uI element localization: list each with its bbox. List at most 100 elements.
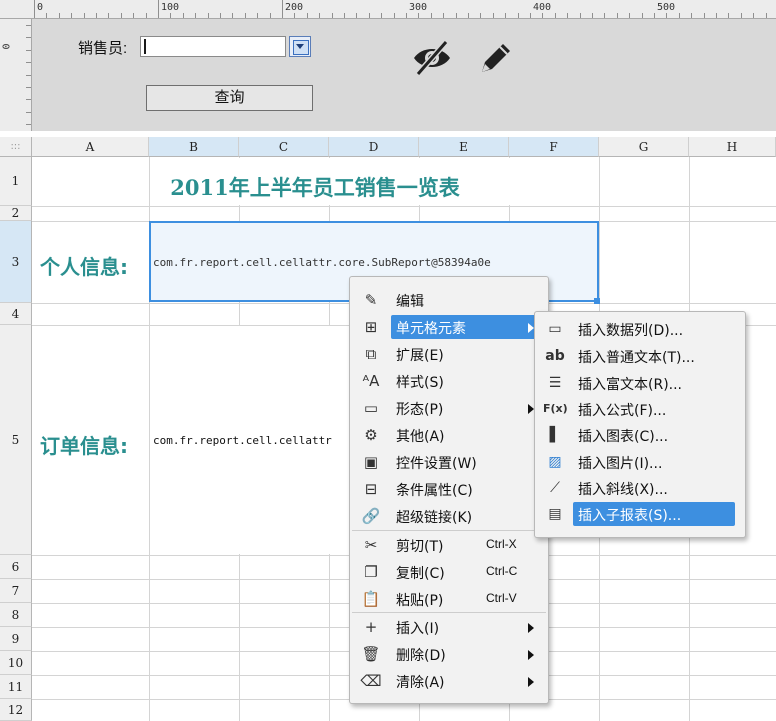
paste-icon: 📋 (361, 590, 381, 608)
menu-item-label: 清除(A) (396, 675, 445, 691)
row-header-5[interactable]: 5 (0, 325, 32, 555)
ruler-tick (505, 13, 507, 18)
ruler-tick (26, 111, 31, 113)
cell-element-submenu: ▭ 插入数据列(D)... ab 插入普通文本(T)... ☰ 插入富文本(R)... F(… (534, 311, 746, 538)
ruler-tick (96, 13, 97, 18)
ruler-tick (207, 13, 209, 18)
row-header-3[interactable]: 3 (0, 221, 32, 303)
context-menu-item[interactable]: ⌫ 清除(A) (350, 668, 548, 694)
ruler-tick (282, 0, 283, 18)
chart-icon: ▌ (549, 427, 561, 443)
submenu-item-label: 插入数据列(D)... (578, 323, 684, 339)
ruler-tick (579, 13, 581, 18)
context-menu-item[interactable]: 📋 粘贴(P) Ctrl-V (350, 586, 548, 612)
ruler-tick (244, 13, 246, 18)
context-menu-item[interactable]: ▭ 形态(P) (350, 395, 548, 421)
row-header-8[interactable]: 8 (0, 603, 32, 627)
ruler-tick (182, 13, 184, 18)
submenu-item-label: 插入普通文本(T)... (578, 350, 695, 366)
salesperson-label: 销售员: (78, 40, 128, 57)
column-header-e[interactable]: E (419, 137, 509, 157)
context-menu-item[interactable]: ▣ 控件设置(W) (350, 449, 548, 475)
slash-icon: ⟋ (550, 480, 560, 496)
ruler-tick (604, 13, 606, 18)
scissors-icon: ✂ (364, 536, 378, 554)
column-header-g[interactable]: G (599, 137, 689, 157)
submenu-item-label: 插入斜线(X)... (578, 482, 668, 498)
menu-item-label: 其他(A) (396, 429, 445, 445)
submenu-item[interactable]: ⟋ 插入斜线(X)... (535, 475, 745, 501)
menu-item-label: 插入(I) (396, 621, 440, 637)
salesperson-input[interactable] (140, 36, 286, 57)
context-menu-item[interactable]: ✂ 剪切(T) Ctrl-X (350, 532, 548, 558)
row-header-9[interactable]: 9 (0, 627, 32, 651)
row-header-11[interactable]: 11 (0, 675, 32, 699)
menu-item-label: 粘贴(P) (396, 593, 444, 609)
row-header-6[interactable]: 6 (0, 555, 32, 579)
menu-item-label: 控件设置(W) (396, 456, 477, 472)
chevron-down-icon (296, 44, 304, 49)
row-header-7[interactable]: 7 (0, 579, 32, 603)
submenu-item[interactable]: ▤ 插入子报表(S)... (535, 501, 745, 527)
context-menu-item[interactable]: 🗑 删除(D) (350, 641, 548, 667)
ruler-tick (26, 87, 31, 88)
ruler-tick (443, 13, 445, 18)
ruler-tick (728, 13, 730, 18)
condition-icon: ⊟ (364, 480, 378, 498)
query-button[interactable]: 查询 (146, 85, 313, 111)
shortcut-label: Ctrl-C (486, 564, 518, 578)
column-header-f[interactable]: F (509, 137, 599, 157)
row-header-2[interactable]: 2 (0, 206, 32, 221)
column-header-b[interactable]: B (149, 137, 239, 157)
pencil-icon[interactable] (476, 38, 514, 78)
column-header-h[interactable]: H (689, 137, 776, 157)
context-menu-item[interactable]: ✎ 编辑 (350, 287, 548, 313)
context-menu-item[interactable]: ⚙ 其他(A) (350, 422, 548, 448)
rich-text-icon: ☰ (548, 375, 562, 391)
column-header-a[interactable]: A (32, 137, 149, 157)
context-menu-item[interactable]: + 插入(I) (350, 614, 548, 640)
style-icon: ᴬA (362, 372, 380, 390)
ruler-tick (269, 13, 271, 18)
salesperson-dropdown-button[interactable] (289, 36, 311, 57)
submenu-item[interactable]: ▨ 插入图片(I)... (535, 449, 745, 475)
context-menu-item[interactable]: ⊟ 条件属性(C) (350, 476, 548, 502)
eye-off-icon[interactable] (410, 38, 454, 78)
menu-item-label: 剪切(T) (396, 539, 444, 555)
row-header-1[interactable]: 1 (0, 157, 32, 206)
ruler-tick (542, 13, 544, 18)
ruler-tick (492, 13, 494, 18)
menu-item-label: 超级链接(K) (396, 510, 473, 526)
row-header-12[interactable]: 12 (0, 699, 32, 721)
submenu-item-label: 插入图表(C)... (578, 429, 669, 445)
submenu-item[interactable]: ▭ 插入数据列(D)... (535, 316, 745, 342)
context-menu-item[interactable]: ᴬA 样式(S) (350, 368, 548, 394)
submenu-item[interactable]: ☰ 插入富文本(R)... (535, 370, 745, 396)
context-menu-item[interactable]: 🔗 超级链接(K) (350, 503, 548, 529)
gear-icon: ⚙ (364, 426, 378, 444)
context-menu-item[interactable]: ❐ 复制(C) Ctrl-C (350, 559, 548, 585)
column-header-d[interactable]: D (329, 137, 419, 157)
submenu-item[interactable]: F(x) 插入公式(F)... (535, 396, 745, 422)
row-header-10[interactable]: 10 (0, 651, 32, 675)
fill-handle[interactable] (594, 298, 600, 304)
row-header-4[interactable]: 4 (0, 303, 32, 325)
text-caret (144, 39, 146, 54)
ruler-tick (530, 13, 531, 18)
select-all-corner[interactable]: ::: (0, 137, 32, 157)
ruler-tick (46, 13, 48, 18)
menu-separator (352, 530, 546, 531)
ruler-tick (765, 13, 767, 18)
pencil-icon: ✎ (364, 291, 378, 309)
column-header-c[interactable]: C (239, 137, 329, 157)
context-menu-item[interactable]: ⧉ 扩展(E) (350, 341, 548, 367)
ruler-tick (120, 13, 122, 18)
menu-separator (352, 612, 546, 613)
submenu-item-label: 插入图片(I)... (578, 456, 663, 472)
grid-line (32, 206, 776, 207)
context-menu-item[interactable]: ⊞ 单元格元素 (350, 314, 548, 340)
ruler-tick (306, 13, 308, 18)
ruler-tick (356, 13, 358, 18)
submenu-item[interactable]: ▌ 插入图表(C)... (535, 422, 745, 448)
submenu-item[interactable]: ab 插入普通文本(T)... (535, 343, 745, 369)
